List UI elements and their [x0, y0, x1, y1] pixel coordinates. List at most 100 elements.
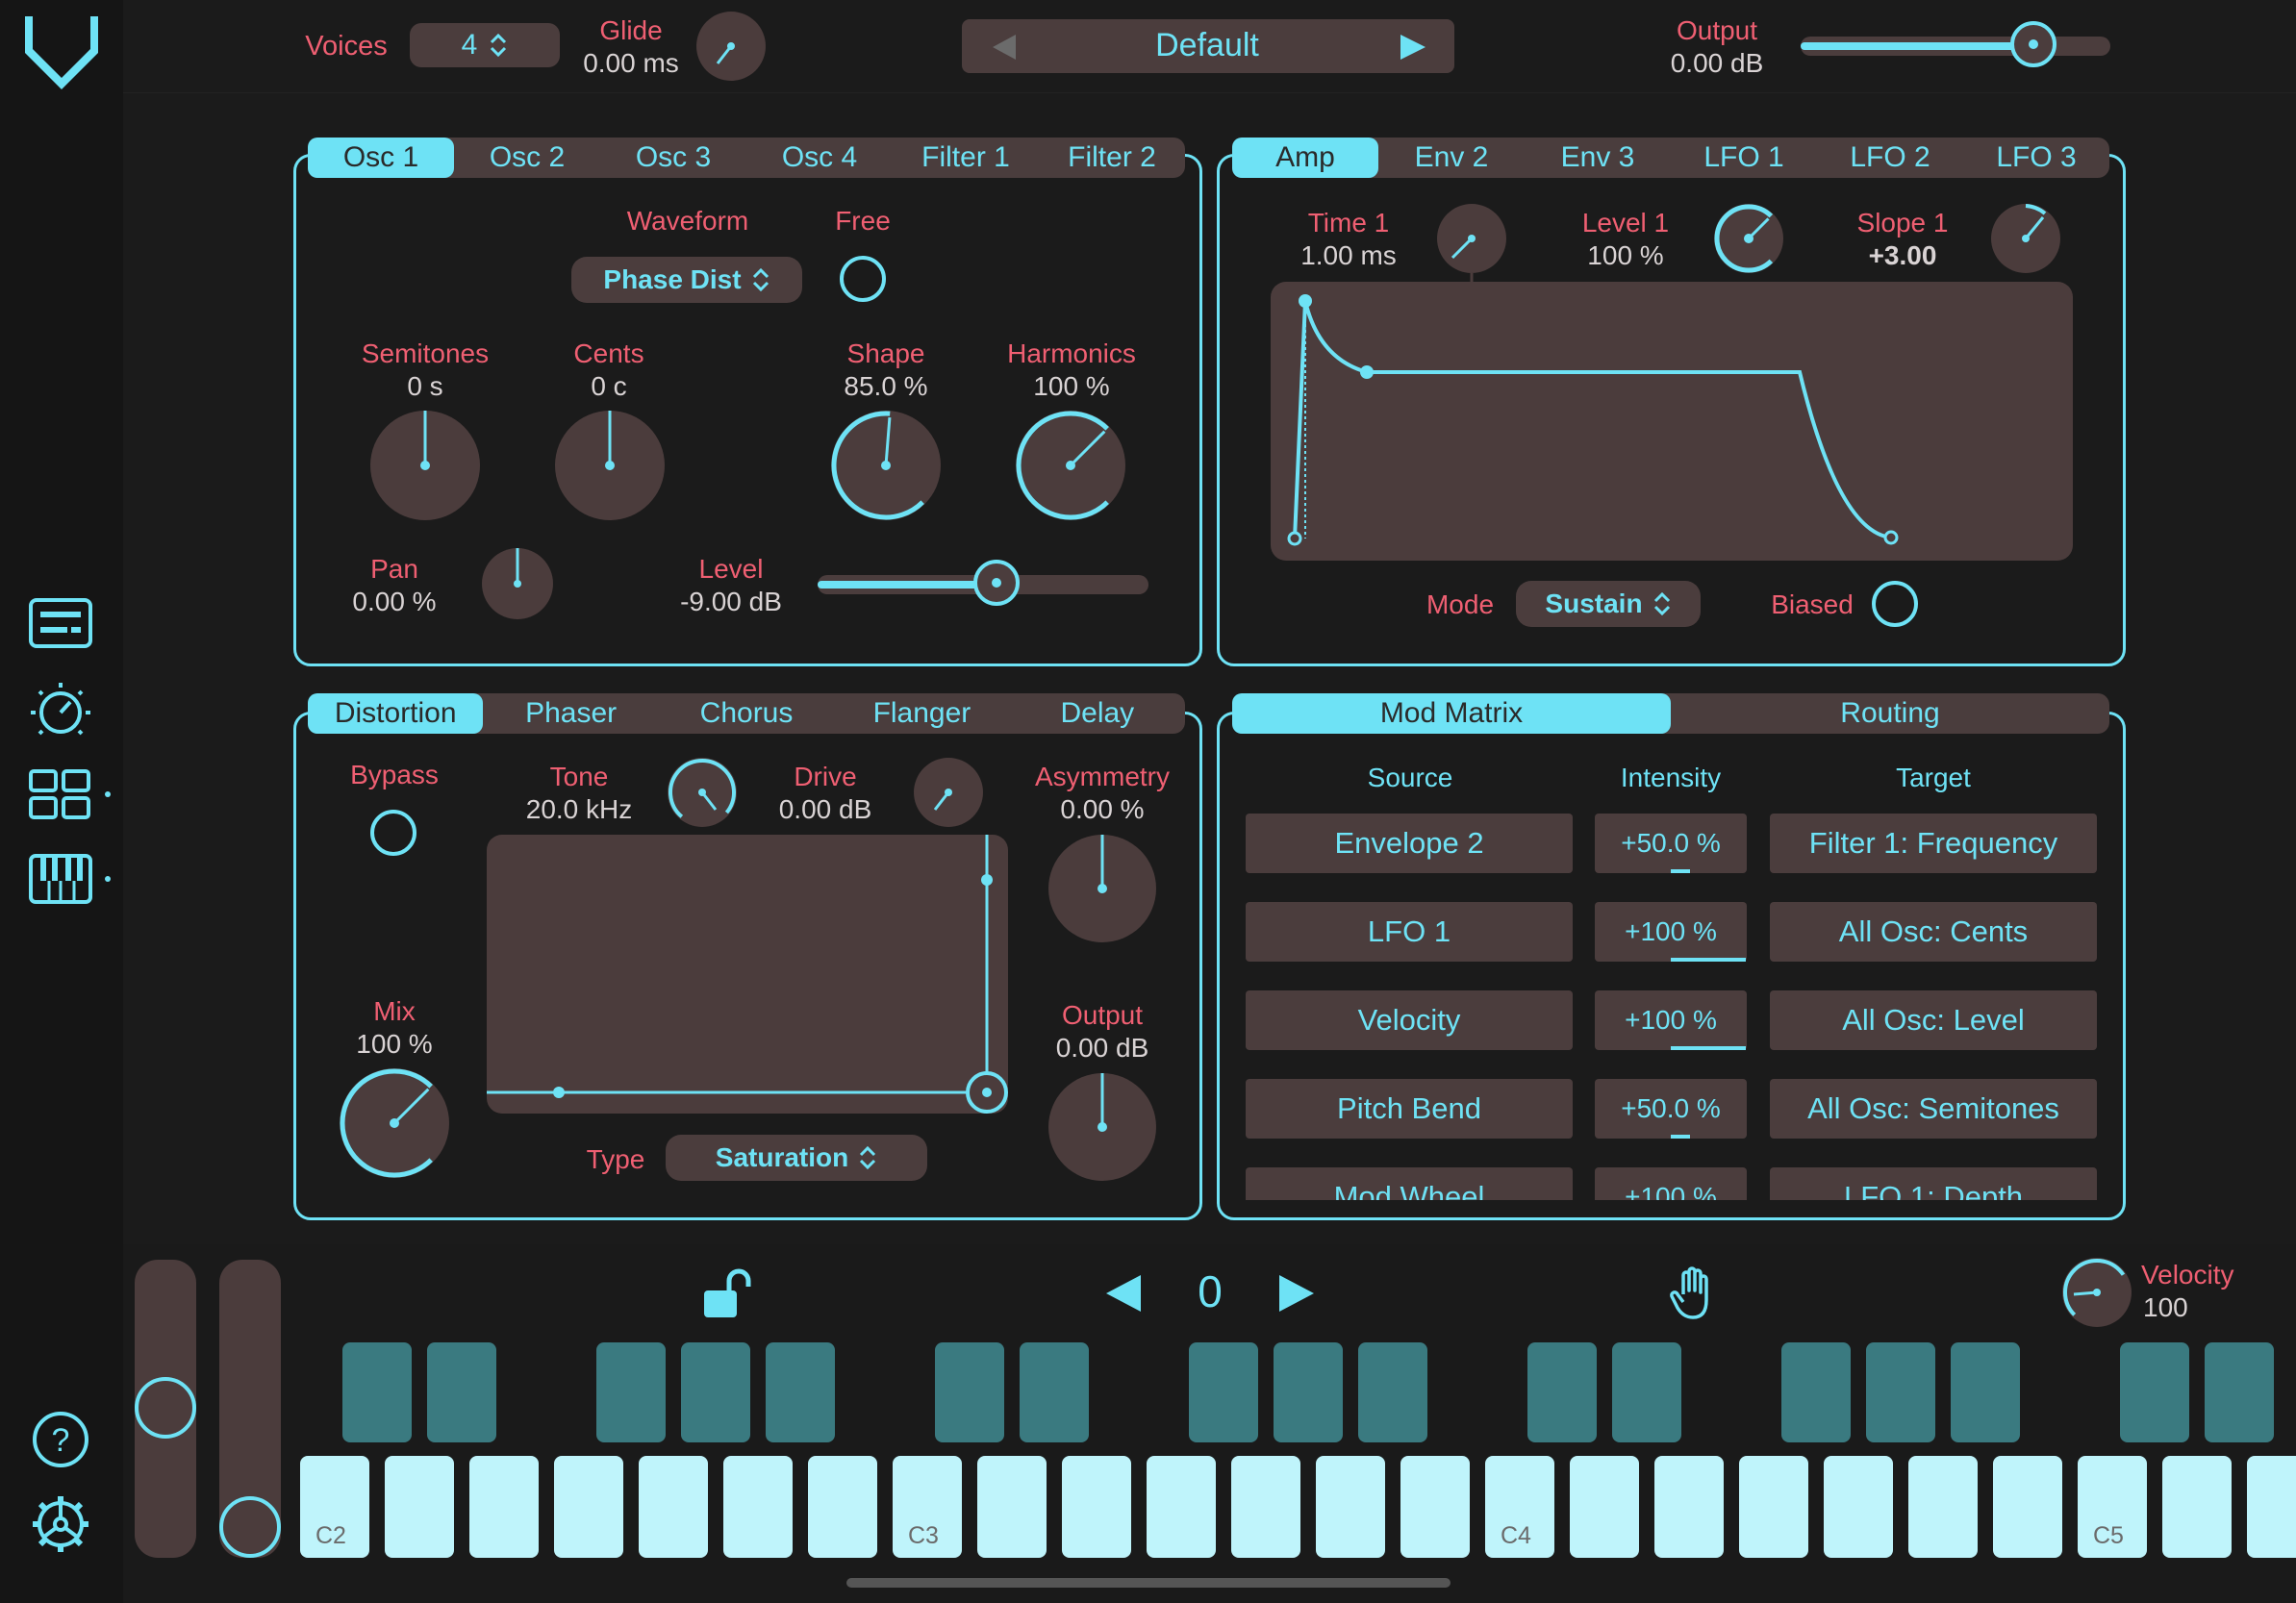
mod-intensity-field[interactable]: +100 % [1595, 902, 1747, 962]
mod-tabbar: Mod Matrix Routing [1232, 693, 2109, 734]
intensity-bar [1671, 958, 1746, 962]
level-value: -9.00 dB [680, 587, 782, 616]
biased-label: Biased [1771, 589, 1854, 619]
envelope-curve [1287, 294, 1899, 546]
tab-chorus[interactable]: Chorus [659, 693, 834, 734]
tab-lfo-2[interactable]: LFO 2 [1817, 138, 1963, 178]
help-icon[interactable]: ? [31, 1410, 90, 1469]
mod-target-button[interactable]: LFO 1: Depth [1770, 1167, 2097, 1200]
tab-osc-1[interactable]: Osc 1 [308, 138, 454, 178]
level1-knob-arc [1714, 204, 1774, 273]
logo-icon [25, 16, 98, 89]
preset-prev-icon[interactable] [989, 33, 1018, 62]
tab-routing[interactable]: Routing [1671, 693, 2109, 734]
tab-flanger[interactable]: Flanger [834, 693, 1009, 734]
level-slider[interactable] [818, 560, 1148, 606]
asymmetry-value: 0.00 % [1060, 794, 1145, 824]
tab-osc-3[interactable]: Osc 3 [600, 138, 746, 178]
patch-list-icon[interactable] [29, 598, 92, 648]
pitch-wheel-thumb[interactable] [135, 1377, 196, 1439]
mode-selector[interactable]: Sustain [1516, 581, 1701, 627]
tab-filter-2[interactable]: Filter 2 [1039, 138, 1185, 178]
mod-target-button[interactable]: All Osc: Semitones [1770, 1079, 2097, 1139]
intensity-bar [1671, 1046, 1746, 1050]
hand-icon[interactable] [1670, 1265, 1718, 1321]
free-toggle[interactable] [840, 256, 886, 302]
mod-rows: Envelope 2 +50.0 % Filter 1: Frequency LFO … [1241, 814, 2107, 1200]
level-label: Level [698, 554, 764, 584]
svg-text:?: ? [52, 1422, 70, 1459]
mod-source-button[interactable]: Envelope 2 [1246, 814, 1573, 873]
tab-lfo-3[interactable]: LFO 3 [1963, 138, 2109, 178]
mod-source-button[interactable]: Mod Wheel [1246, 1167, 1573, 1200]
pan-knob-indicator [514, 548, 521, 588]
cents-label: Cents [573, 338, 644, 368]
grid-icon[interactable] [29, 769, 115, 819]
type-selector[interactable]: Saturation [666, 1135, 927, 1181]
mod-target-button[interactable]: All Osc: Level [1770, 990, 2097, 1050]
output-slider-thumb[interactable] [2009, 21, 2056, 67]
waveform-selector[interactable]: Phase Dist [571, 257, 802, 303]
output-value: 0.00 dB [1670, 48, 1764, 78]
level-slider-thumb[interactable] [972, 560, 1020, 606]
mod-source-button[interactable]: LFO 1 [1246, 902, 1573, 962]
harmonics-label: Harmonics [1007, 338, 1136, 368]
tab-phaser[interactable]: Phaser [483, 693, 658, 734]
tab-env-3[interactable]: Env 3 [1525, 138, 1671, 178]
tab-osc-2[interactable]: Osc 2 [454, 138, 600, 178]
mod-wheel-thumb[interactable] [219, 1496, 281, 1558]
type-label: Type [586, 1144, 645, 1174]
tuner-icon[interactable] [29, 681, 92, 744]
mod-intensity-field[interactable]: +50.0 % [1595, 814, 1747, 873]
piano-icon[interactable] [29, 854, 115, 904]
shape-label: Shape [846, 338, 925, 368]
mod-target-button[interactable]: All Osc: Cents [1770, 902, 2097, 962]
level1-value: 100 % [1587, 240, 1664, 270]
fx-tabbar: Distortion Phaser Chorus Flanger Delay [308, 693, 1185, 734]
time-knob-indicator [1451, 235, 1476, 285]
synth-app: { "header":{ "voices_label":"Voices","vo… [0, 0, 2296, 1603]
glide-label: Glide [599, 15, 663, 45]
fx-output-value: 0.00 dB [1055, 1033, 1149, 1063]
mod-intensity-field[interactable]: +50.0 % [1595, 1079, 1747, 1139]
mod-target-button[interactable]: Filter 1: Frequency [1770, 814, 2097, 873]
slope-label: Slope 1 [1856, 208, 1949, 238]
type-value: Saturation [715, 1142, 849, 1172]
mod-source-button[interactable]: Velocity [1246, 990, 1573, 1050]
tab-filter-1[interactable]: Filter 1 [893, 138, 1039, 178]
slope-knob-indicator [2022, 204, 2047, 242]
tab-osc-4[interactable]: Osc 4 [746, 138, 893, 178]
cents-value: 0 c [591, 371, 627, 401]
bypass-toggle[interactable] [370, 810, 416, 856]
preset-next-icon[interactable] [1399, 33, 1427, 62]
biased-toggle[interactable] [1872, 581, 1918, 627]
tab-mod-matrix[interactable]: Mod Matrix [1232, 693, 1671, 734]
tab-env-2[interactable]: Env 2 [1378, 138, 1525, 178]
tone-value: 20.0 kHz [525, 794, 633, 824]
voices-stepper[interactable]: 4 [410, 23, 560, 67]
octave-down-icon[interactable] [1104, 1273, 1143, 1314]
chevron-updown-icon [752, 267, 769, 292]
mod-intensity-field[interactable]: +100 % [1595, 990, 1747, 1050]
intensity-bar [1671, 1135, 1690, 1139]
tab-delay[interactable]: Delay [1010, 693, 1185, 734]
mode-label: Mode [1426, 589, 1495, 619]
bypass-label: Bypass [350, 760, 439, 789]
output-slider[interactable] [1801, 21, 2110, 67]
velocity-knob-indicator [2063, 1259, 2131, 1326]
mod-matrix-list[interactable]: Envelope 2 +50.0 % Filter 1: Frequency LFO … [1241, 814, 2107, 1200]
chevron-updown-icon [860, 1145, 876, 1170]
tab-lfo-1[interactable]: LFO 1 [1671, 138, 1817, 178]
mod-intensity-field[interactable]: +100 % [1595, 1167, 1747, 1200]
settings-icon[interactable] [29, 1492, 92, 1556]
output-label: Output [1676, 15, 1758, 45]
mod-source-button[interactable]: Pitch Bend [1246, 1079, 1573, 1139]
octave-up-icon[interactable] [1277, 1273, 1316, 1314]
shape-knob-arc [831, 411, 924, 520]
tab-distortion[interactable]: Distortion [308, 693, 484, 734]
level1-label: Level 1 [1581, 208, 1670, 238]
cents-knob-indicator [605, 411, 615, 470]
lock-icon[interactable] [700, 1267, 754, 1321]
drive-label: Drive [794, 762, 857, 791]
tab-amp[interactable]: Amp [1232, 138, 1378, 178]
